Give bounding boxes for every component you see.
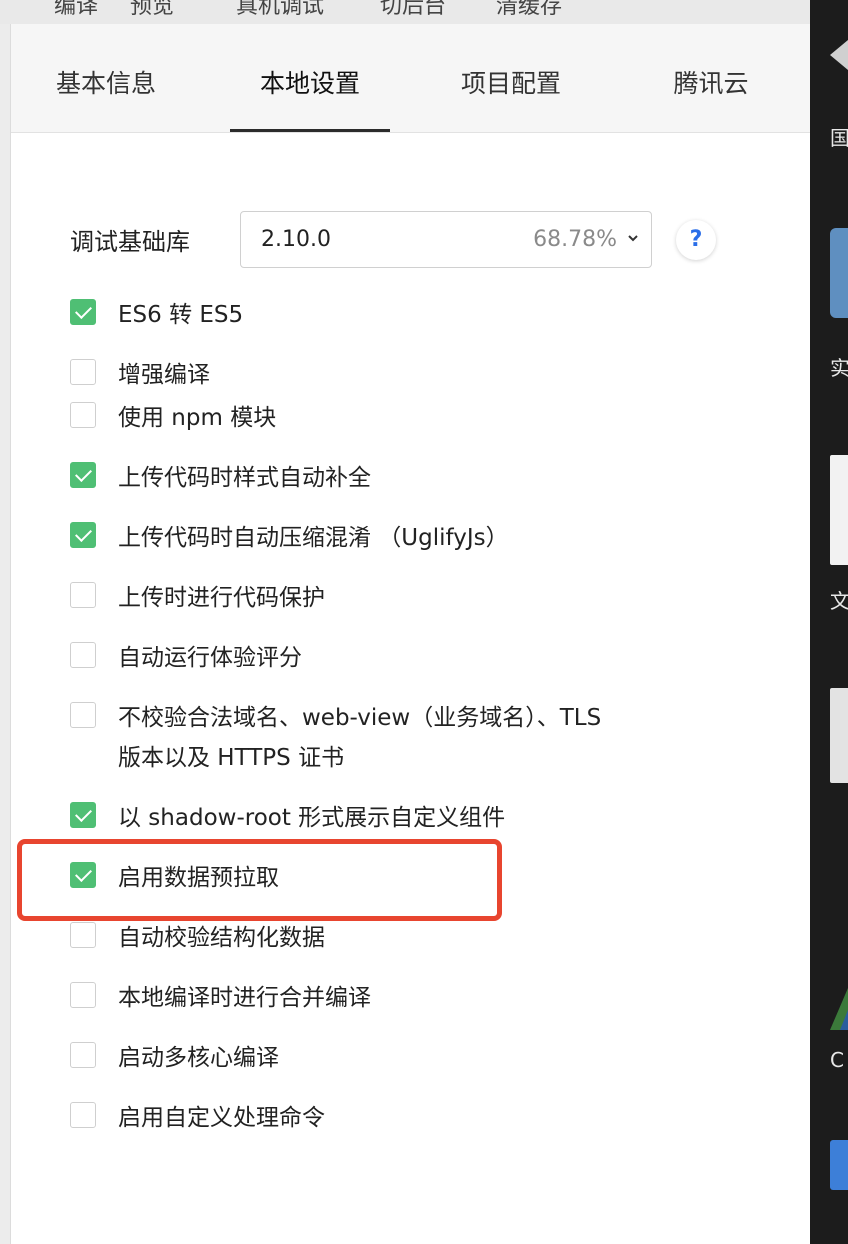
checkbox[interactable] — [70, 642, 96, 668]
debug-lib-percent: 68.78% — [533, 227, 617, 252]
option-label: 启用自定义处理命令 — [118, 1105, 325, 1131]
tab-basic-info[interactable]: 基本信息 — [41, 24, 171, 132]
option-label: 上传代码时样式自动补全 — [118, 465, 371, 491]
toolbar-compile[interactable]: 编译 — [54, 0, 98, 20]
desktop-background: 国 实 文 C — [810, 0, 848, 1244]
active-tab-indicator — [230, 129, 390, 132]
help-icon[interactable]: ? — [676, 220, 716, 260]
toolbar-device-debug[interactable]: 真机调试 — [236, 0, 324, 20]
option-label: 上传时进行代码保护 — [118, 585, 325, 611]
checkbox[interactable] — [70, 299, 96, 325]
toolbar-preview[interactable]: 预览 — [130, 0, 174, 20]
checkbox[interactable] — [70, 982, 96, 1008]
checkbox[interactable] — [70, 359, 96, 385]
desktop-label-2: 实 — [830, 356, 848, 380]
desktop-label-1: 国 — [830, 126, 848, 150]
checkbox[interactable] — [70, 922, 96, 948]
checkbox[interactable] — [70, 1102, 96, 1128]
option-label: 增强编译 — [118, 362, 210, 388]
desktop-label-4: C — [830, 1048, 844, 1072]
checkbox[interactable] — [70, 702, 96, 728]
chevron-down-icon — [628, 235, 638, 242]
option-label: 自动运行体验评分 — [118, 645, 302, 671]
checkbox[interactable] — [70, 402, 96, 428]
option-label: 使用 npm 模块 — [118, 405, 277, 431]
option-label: 启动多核心编译 — [118, 1045, 279, 1071]
option-label: 自动校验结构化数据 — [118, 925, 325, 951]
option-label-line2: 版本以及 HTTPS 证书 — [118, 745, 345, 771]
editor-edge — [0, 24, 11, 1244]
debug-lib-version: 2.10.0 — [261, 227, 331, 252]
debug-lib-select[interactable]: 2.10.0 68.78% — [240, 211, 652, 268]
toolbar-strip: 编译 预览 真机调试 切后台 清缓存 — [0, 0, 810, 24]
option-label: 不校验合法域名、web-view（业务域名）、TLS — [118, 705, 602, 731]
checkbox[interactable] — [70, 462, 96, 488]
tab-project-config[interactable]: 项目配置 — [441, 24, 581, 132]
back-arrow-icon — [830, 40, 848, 70]
option-label: ES6 转 ES5 — [118, 302, 244, 328]
photo-icon[interactable] — [830, 688, 848, 783]
desktop-label-3: 文 — [830, 589, 848, 613]
tab-local-settings[interactable]: 本地设置 — [230, 24, 390, 132]
app-icon[interactable] — [830, 960, 848, 1030]
checkbox[interactable] — [70, 802, 96, 828]
debug-lib-label: 调试基础库 — [70, 228, 190, 256]
option-label: 本地编译时进行合并编译 — [118, 985, 371, 1011]
tab-tencent-cloud[interactable]: 腾讯云 — [651, 24, 771, 132]
option-label: 以 shadow-root 形式展示自定义组件 — [118, 805, 506, 831]
checkbox[interactable] — [70, 522, 96, 548]
option-label: 上传代码时自动压缩混淆 （UglifyJs） — [118, 525, 509, 551]
folder-icon[interactable] — [830, 228, 848, 318]
toolbar-background[interactable]: 切后台 — [380, 0, 446, 20]
checkbox[interactable] — [70, 582, 96, 608]
highlight-annotation — [17, 839, 502, 921]
settings-tab-bar: 基本信息 本地设置 项目配置 腾讯云 — [11, 24, 810, 133]
folder-blue-icon[interactable] — [830, 1140, 848, 1190]
checkbox[interactable] — [70, 1042, 96, 1068]
toolbar-clear-cache[interactable]: 清缓存 — [496, 0, 562, 20]
document-icon[interactable] — [830, 455, 848, 565]
